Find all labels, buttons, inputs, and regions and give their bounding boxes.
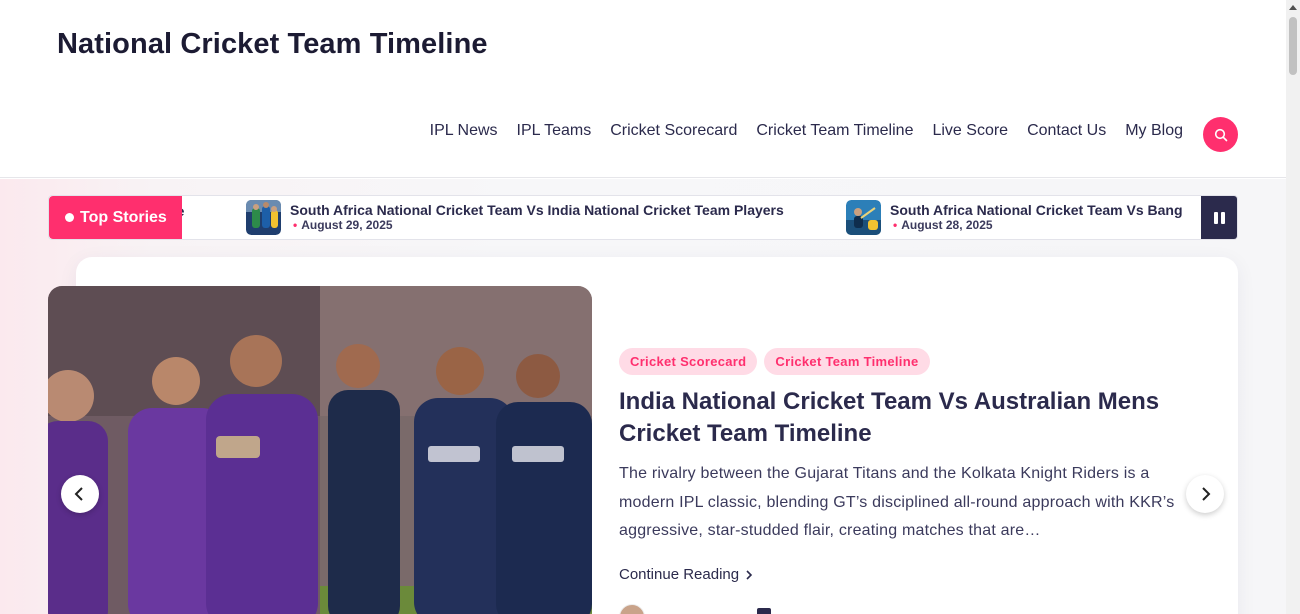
ticker-thumbnail[interactable]	[846, 200, 881, 235]
tag-cricket-team-timeline[interactable]: Cricket Team Timeline	[764, 348, 930, 375]
featured-post-image[interactable]	[48, 286, 592, 614]
nav-item-live-score[interactable]: Live Score	[932, 122, 1008, 140]
nav-item-cricket-team-timeline[interactable]: Cricket Team Timeline	[756, 122, 913, 140]
top-stories-text: Top Stories	[80, 208, 167, 226]
search-icon	[1214, 128, 1227, 141]
nav-item-ipl-news[interactable]: IPL News	[430, 122, 498, 140]
cricket-players-illustration	[48, 286, 592, 614]
ticker-track: meline South Africa National Cricket Tea…	[182, 196, 1201, 239]
chevron-right-icon	[746, 569, 753, 580]
search-button[interactable]	[1203, 117, 1238, 152]
ticker-pause-button[interactable]	[1201, 196, 1237, 239]
post-title[interactable]: India National Cricket Team Vs Australia…	[619, 386, 1199, 450]
pause-icon-bar	[1220, 211, 1225, 224]
ticker-item-title[interactable]: South Africa National Cricket Team Vs Ba…	[890, 202, 1183, 218]
post-excerpt: The rivalry between the Gujarat Titans a…	[619, 465, 1175, 539]
nav-item-contact-us[interactable]: Contact Us	[1027, 122, 1106, 140]
chevron-right-icon	[1202, 487, 1211, 501]
continue-reading-link[interactable]: Continue Reading	[619, 566, 753, 583]
ticker-item-title[interactable]: meline	[182, 203, 184, 219]
dot-icon	[65, 213, 74, 222]
top-stories-ticker: Top Stories meline South Africa National…	[48, 195, 1238, 240]
ticker-item[interactable]: South Africa National Cricket Team Vs Ba…	[846, 196, 1183, 239]
nav-item-cricket-scorecard[interactable]: Cricket Scorecard	[610, 122, 737, 140]
tag-cricket-scorecard[interactable]: Cricket Scorecard	[619, 348, 758, 375]
calendar-icon	[757, 608, 771, 614]
pause-icon	[1213, 211, 1218, 224]
chevron-left-icon	[74, 487, 83, 501]
slider-prev-button[interactable]	[61, 475, 99, 513]
ticker-item[interactable]: meline	[182, 196, 184, 239]
post-tags: Cricket Scorecard Cricket Team Timeline	[619, 348, 930, 375]
ticker-item-date: • August 28, 2025	[893, 218, 993, 232]
top-stories-label: Top Stories	[49, 196, 182, 239]
ticker-item-title[interactable]: South Africa National Cricket Team Vs In…	[290, 202, 784, 218]
site-header: National Cricket Team Timeline IPL News …	[0, 0, 1286, 178]
site-title[interactable]: National Cricket Team Timeline	[57, 28, 488, 61]
page-scrollbar[interactable]	[1286, 0, 1300, 614]
ticker-item[interactable]: South Africa National Cricket Team Vs In…	[246, 196, 784, 239]
scrollbar-thumb[interactable]	[1289, 17, 1297, 75]
nav-item-my-blog[interactable]: My Blog	[1125, 122, 1183, 140]
scroll-up-icon[interactable]	[1289, 5, 1297, 10]
nav-item-ipl-teams[interactable]: IPL Teams	[517, 122, 592, 140]
continue-reading-label: Continue Reading	[619, 566, 740, 583]
main-nav: IPL News IPL Teams Cricket Scorecard Cri…	[430, 122, 1183, 140]
ticker-item-date: • August 29, 2025	[293, 218, 393, 232]
ticker-thumbnail[interactable]	[246, 200, 281, 235]
